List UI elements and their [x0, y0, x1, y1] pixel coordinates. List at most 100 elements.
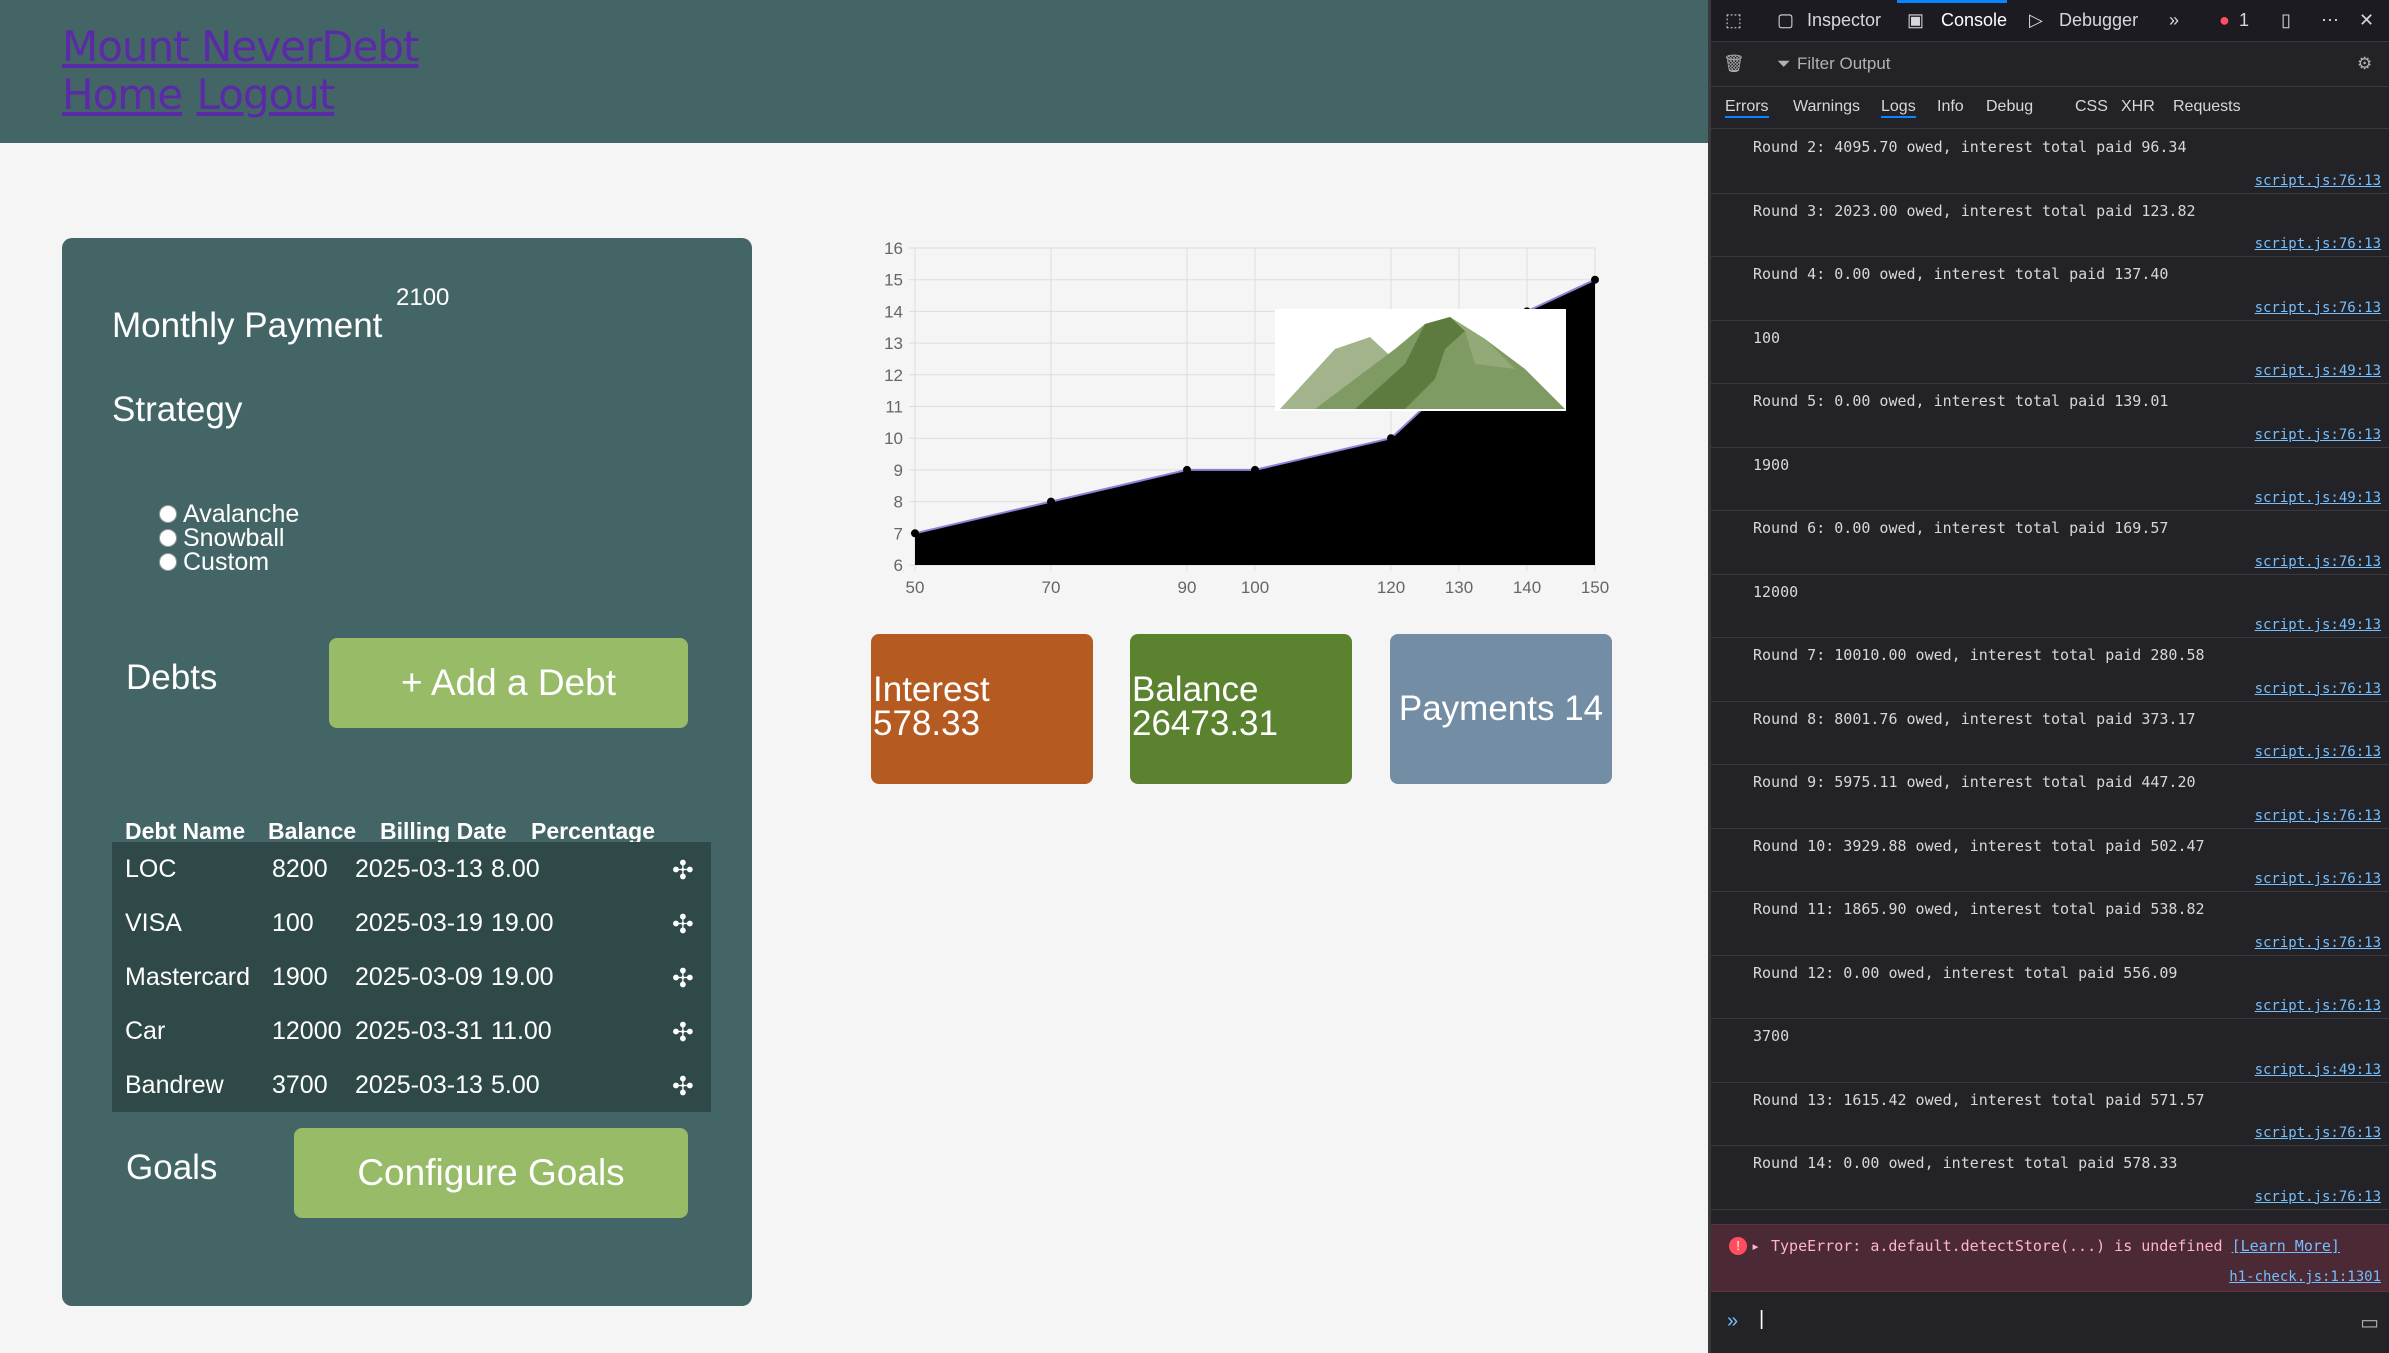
- table-cell: 2025-03-19: [355, 909, 483, 937]
- table-row[interactable]: VISA 100 2025-03-19 19.00 ✣: [112, 896, 711, 950]
- log-source-link[interactable]: script.js:76:13: [2255, 427, 2381, 443]
- drag-handle-icon[interactable]: ✣: [672, 855, 694, 886]
- table-row[interactable]: Car 12000 2025-03-31 11.00 ✣: [112, 1004, 711, 1058]
- table-cell: 100: [272, 909, 314, 937]
- log-text: Round 10: 3929.88 owed, interest total p…: [1753, 836, 2205, 855]
- log-message: Round 8: 8001.76 owed, interest total pa…: [1711, 702, 2389, 765]
- log-source-link[interactable]: script.js:49:13: [2255, 1062, 2381, 1078]
- add-debt-button[interactable]: + Add a Debt: [329, 638, 688, 728]
- drag-handle-icon[interactable]: ✣: [672, 1071, 694, 1102]
- split-console-icon[interactable]: ▭: [2360, 1310, 2379, 1335]
- level-info[interactable]: Info: [1937, 98, 1964, 116]
- table-cell: 11.00: [491, 1017, 552, 1045]
- tab-console[interactable]: Console: [1941, 10, 2007, 31]
- expand-arrow-icon[interactable]: ▸: [1751, 1237, 1760, 1255]
- log-source-link[interactable]: script.js:49:13: [2255, 617, 2381, 633]
- log-message: 100 script.js:49:13: [1711, 321, 2389, 384]
- level-css[interactable]: CSS: [2075, 98, 2108, 116]
- configure-goals-button[interactable]: Configure Goals: [294, 1128, 688, 1218]
- error-count[interactable]: 1: [2239, 10, 2249, 31]
- table-cell: 8.00: [491, 855, 540, 883]
- log-source-link[interactable]: script.js:76:13: [2255, 681, 2381, 697]
- log-text: Round 3: 2023.00 owed, interest total pa…: [1753, 201, 2196, 220]
- error-icon[interactable]: ●: [2219, 10, 2230, 31]
- console-input[interactable]: » | ▭: [1711, 1292, 2389, 1353]
- payments-text: Payments 14: [1398, 689, 1604, 728]
- radio-button[interactable]: [159, 553, 177, 571]
- log-source-link[interactable]: script.js:49:13: [2255, 490, 2381, 506]
- close-icon[interactable]: ✕: [2359, 10, 2374, 31]
- strategy-option[interactable]: Custom: [159, 550, 299, 575]
- x-tick-label: 90: [1178, 578, 1197, 597]
- balance-value: 26473.31: [1132, 704, 1278, 743]
- radio-button[interactable]: [159, 505, 177, 523]
- level-warnings[interactable]: Warnings: [1793, 98, 1860, 116]
- log-source-link[interactable]: script.js:76:13: [2255, 744, 2381, 760]
- devtools-panel: ⬚ ▢ Inspector ▣ Console ▷ Debugger » ● 1…: [1708, 0, 2389, 1353]
- logout-link[interactable]: Logout: [196, 70, 335, 119]
- table-cell: 19.00: [491, 909, 554, 937]
- log-source-link[interactable]: script.js:76:13: [2255, 236, 2381, 252]
- tab-inspector[interactable]: Inspector: [1807, 10, 1881, 31]
- responsive-design-icon[interactable]: ▯: [2281, 10, 2291, 31]
- log-source-link[interactable]: script.js:49:13: [2255, 363, 2381, 379]
- settings-icon[interactable]: ⚙: [2357, 54, 2372, 74]
- log-source-link[interactable]: script.js:76:13: [2255, 554, 2381, 570]
- table-row[interactable]: LOC 8200 2025-03-13 8.00 ✣: [112, 842, 711, 896]
- x-tick-label: 140: [1513, 578, 1541, 597]
- drag-handle-icon[interactable]: ✣: [672, 963, 694, 994]
- log-source-link[interactable]: script.js:76:13: [2255, 935, 2381, 951]
- error-source-link[interactable]: h1-check.js:1:1301: [2229, 1269, 2381, 1285]
- trash-icon[interactable]: 🗑: [1723, 54, 1745, 74]
- level-debug[interactable]: Debug: [1986, 98, 2033, 116]
- column-header: Percentage: [531, 818, 656, 844]
- log-text: Round 11: 1865.90 owed, interest total p…: [1753, 900, 2205, 918]
- table-cell: Car: [125, 1017, 166, 1045]
- more-options-icon[interactable]: ⋯: [2321, 10, 2339, 31]
- level-logs[interactable]: Logs: [1881, 98, 1916, 118]
- log-source-link[interactable]: script.js:76:13: [2255, 300, 2381, 316]
- learn-more-link[interactable]: [Learn More]: [2232, 1237, 2340, 1255]
- drag-handle-icon[interactable]: ✣: [672, 909, 694, 940]
- monthly-payment-value[interactable]: 2100: [396, 284, 449, 312]
- strategy-option[interactable]: Snowball: [159, 526, 299, 551]
- log-message: Round 14: 0.00 owed, interest total paid…: [1711, 1146, 2389, 1210]
- inspector-icon: ▢: [1777, 10, 1795, 30]
- level-requests[interactable]: Requests: [2173, 98, 2241, 116]
- log-source-link[interactable]: script.js:76:13: [2255, 1125, 2381, 1141]
- goals-label: Goals: [126, 1148, 218, 1187]
- y-tick-label: 12: [884, 366, 903, 385]
- log-source-link[interactable]: script.js:76:13: [2255, 998, 2381, 1014]
- debugger-icon: ▷: [2029, 10, 2043, 30]
- level-errors[interactable]: Errors: [1725, 98, 1769, 118]
- tab-debugger[interactable]: Debugger: [2059, 10, 2138, 31]
- filter-input[interactable]: Filter Output: [1797, 54, 1891, 74]
- data-point: [1251, 465, 1259, 474]
- data-point: [1591, 275, 1599, 284]
- strategy-option[interactable]: Avalanche: [159, 502, 299, 527]
- debts-table-body: LOC 8200 2025-03-13 8.00 ✣ VISA 100 2025-03-19 1…: [112, 842, 711, 1112]
- table-cell: 2025-03-13: [355, 855, 483, 883]
- interest-value: 578.33: [873, 704, 981, 743]
- table-row[interactable]: Bandrew 3700 2025-03-13 5.00 ✣: [112, 1058, 711, 1112]
- radio-button[interactable]: [159, 529, 177, 547]
- log-source-link[interactable]: script.js:76:13: [2255, 1189, 2381, 1205]
- brand-link[interactable]: Mount NeverDebt: [62, 22, 420, 71]
- y-tick-label: 9: [894, 461, 903, 480]
- table-row[interactable]: Mastercard 1900 2025-03-09 19.00 ✣: [112, 950, 711, 1004]
- log-source-link[interactable]: script.js:76:13: [2255, 871, 2381, 887]
- log-source-link[interactable]: script.js:76:13: [2255, 173, 2381, 189]
- more-tabs-icon[interactable]: »: [2169, 10, 2179, 31]
- element-picker-icon[interactable]: ⬚: [1725, 10, 1742, 31]
- log-text: Round 8: 8001.76 owed, interest total pa…: [1753, 709, 2196, 728]
- y-tick-label: 10: [884, 429, 903, 448]
- log-message: Round 3: 2023.00 owed, interest total pa…: [1711, 194, 2389, 257]
- table-cell: 5.00: [491, 1071, 540, 1099]
- x-tick-label: 70: [1042, 578, 1061, 597]
- log-source-link[interactable]: script.js:76:13: [2255, 808, 2381, 824]
- home-link[interactable]: Home: [62, 70, 183, 119]
- log-text: Round 7: 10010.00 owed, interest total p…: [1753, 646, 2205, 664]
- y-tick-label: 6: [894, 556, 903, 575]
- level-xhr[interactable]: XHR: [2121, 98, 2155, 116]
- drag-handle-icon[interactable]: ✣: [672, 1017, 694, 1048]
